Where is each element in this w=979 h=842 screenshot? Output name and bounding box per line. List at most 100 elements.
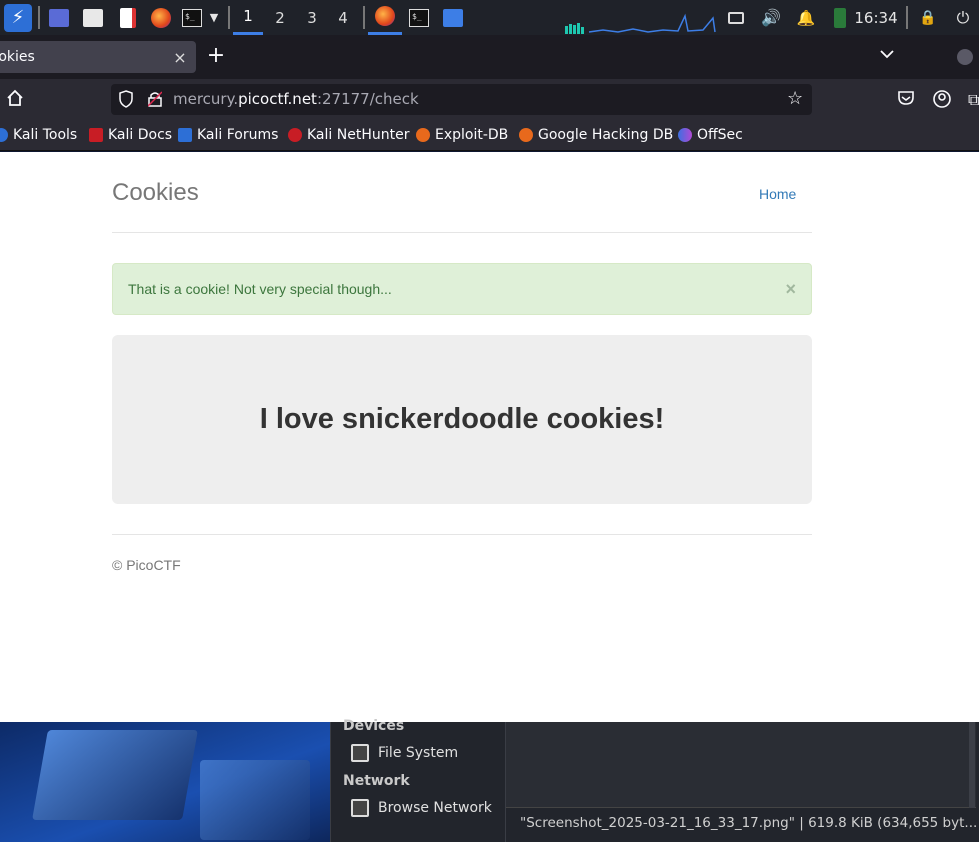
bookmark-google-hacking-db[interactable]: Google Hacking DB bbox=[519, 127, 673, 143]
notifications-button[interactable]: 🔔 bbox=[795, 0, 817, 35]
offsec-icon bbox=[678, 128, 692, 142]
workspace-2[interactable]: 2 bbox=[265, 0, 295, 35]
chevron-down-icon bbox=[880, 50, 894, 59]
text-editor-icon bbox=[120, 7, 136, 28]
home-link[interactable]: Home bbox=[759, 186, 796, 202]
insecure-lock-icon[interactable] bbox=[148, 91, 162, 107]
sidebar-item-browse-network[interactable]: Browse Network bbox=[351, 799, 492, 817]
kali-tools-icon bbox=[0, 128, 8, 142]
new-tab-button[interactable]: + bbox=[204, 45, 228, 69]
top-panel: ⚡ $_ ▼ 1 2 3 4 $_ 🔊 🔔 16:34 🔒 ⏻ bbox=[0, 0, 979, 35]
lock-icon: 🔒 bbox=[919, 9, 937, 26]
pocket-icon bbox=[898, 91, 914, 105]
pocket-button[interactable] bbox=[897, 90, 915, 110]
bookmark-label: Exploit-DB bbox=[435, 127, 509, 143]
taskbar-terminal[interactable]: $_ bbox=[407, 0, 431, 35]
launcher-dropdown[interactable]: ▼ bbox=[205, 0, 223, 35]
lock-screen-button[interactable]: 🔒 bbox=[918, 0, 938, 35]
kali-menu-icon: ⚡ bbox=[4, 3, 32, 32]
devices-header: Devices bbox=[343, 718, 405, 734]
alert-close-icon[interactable]: × bbox=[785, 279, 796, 300]
bookmark-label: OffSec bbox=[697, 127, 743, 143]
jumbotron: I love snickerdoodle cookies! bbox=[112, 335, 812, 504]
logout-icon: ⏻ bbox=[956, 7, 970, 27]
url-subdomain: mercury. bbox=[173, 90, 239, 108]
battery-indicator[interactable] bbox=[830, 0, 850, 35]
bookmarks-bar: Kali Tools Kali Docs Kali Forums Kali Ne… bbox=[0, 121, 979, 151]
puzzle-icon: ⧉ bbox=[968, 90, 979, 109]
account-dot-icon[interactable] bbox=[957, 49, 973, 65]
tab-close-icon[interactable]: × bbox=[170, 48, 190, 67]
status-bar: "Screenshot_2025-03-21_16_33_17.png" | 6… bbox=[520, 815, 978, 831]
kali-forums-icon bbox=[178, 128, 192, 142]
sidebar-item-label: Browse Network bbox=[378, 800, 492, 816]
network-header: Network bbox=[343, 773, 410, 789]
bookmark-label: Kali Tools bbox=[13, 127, 78, 143]
bookmark-label: Kali NetHunter bbox=[307, 127, 410, 143]
browser-tab[interactable]: Cookies × bbox=[0, 41, 196, 73]
firefox-window-icon bbox=[375, 6, 395, 26]
site-title: Cookies bbox=[112, 179, 199, 206]
wallpaper-shape bbox=[200, 760, 310, 840]
text-editor-launcher[interactable] bbox=[116, 0, 140, 35]
desktop-icon bbox=[49, 8, 69, 27]
desktop-launcher[interactable] bbox=[47, 0, 71, 35]
account-icon bbox=[933, 90, 951, 108]
firefox-launcher[interactable] bbox=[149, 0, 173, 35]
header-divider bbox=[112, 232, 812, 233]
terminal-window-icon: $_ bbox=[409, 8, 429, 27]
sidebar-item-label: File System bbox=[378, 745, 459, 761]
nethunter-icon bbox=[288, 128, 302, 142]
success-alert: That is a cookie! Not very special thoug… bbox=[112, 263, 812, 315]
kali-menu-button[interactable]: ⚡ bbox=[3, 0, 33, 35]
file-manager-window-icon bbox=[443, 8, 463, 27]
panel-separator bbox=[38, 6, 40, 29]
url-host: picoctf.net bbox=[238, 90, 317, 108]
file-manager-window: Devices File System Network Browse Netwo… bbox=[330, 718, 979, 842]
drive-icon bbox=[351, 744, 369, 762]
taskbar-file-manager[interactable] bbox=[441, 0, 465, 35]
url-text[interactable]: mercury.picoctf.net:27177/check bbox=[173, 90, 419, 108]
volume-icon: 🔊 bbox=[761, 8, 781, 27]
terminal-launcher[interactable]: $_ bbox=[180, 0, 204, 35]
url-bar[interactable]: mercury.picoctf.net:27177/check ☆ bbox=[111, 84, 812, 115]
bell-icon: 🔔 bbox=[796, 8, 816, 27]
battery-icon bbox=[834, 7, 846, 28]
browser-tab-bar: Cookies × + bbox=[0, 35, 979, 79]
clock[interactable]: 16:34 bbox=[854, 0, 897, 35]
workspace-3[interactable]: 3 bbox=[297, 0, 327, 35]
chevron-down-icon: ▼ bbox=[209, 11, 219, 24]
footer-text: © PicoCTF bbox=[112, 557, 181, 573]
jumbotron-heading: I love snickerdoodle cookies! bbox=[259, 403, 665, 435]
bookmark-kali-tools[interactable]: Kali Tools bbox=[0, 127, 77, 143]
alert-message: That is a cookie! Not very special thoug… bbox=[128, 281, 392, 297]
page-viewport: Cookies Home That is a cookie! Not very … bbox=[0, 152, 979, 722]
scrollbar[interactable] bbox=[969, 722, 975, 808]
extensions-button[interactable]: ⧉ bbox=[968, 90, 979, 110]
bookmark-kali-forums[interactable]: Kali Forums bbox=[178, 127, 278, 143]
list-tabs-button[interactable] bbox=[880, 47, 894, 63]
exploit-db-icon bbox=[416, 128, 430, 142]
logout-button[interactable]: ⏻ bbox=[952, 0, 974, 35]
bookmark-kali-nethunter[interactable]: Kali NetHunter bbox=[288, 127, 409, 143]
volume-button[interactable]: 🔊 bbox=[760, 0, 782, 35]
account-button[interactable] bbox=[933, 90, 951, 112]
bookmark-offsec[interactable]: OffSec bbox=[678, 127, 743, 143]
home-button[interactable] bbox=[6, 89, 24, 112]
shield-icon[interactable] bbox=[119, 90, 133, 108]
taskbar-firefox[interactable] bbox=[368, 0, 402, 35]
tab-title: Cookies bbox=[0, 49, 35, 65]
display-button[interactable] bbox=[725, 0, 747, 35]
files-launcher[interactable] bbox=[81, 0, 105, 35]
workspace-1[interactable]: 1 bbox=[233, 0, 263, 35]
bookmark-star-icon[interactable]: ☆ bbox=[787, 88, 803, 109]
file-manager-view[interactable] bbox=[506, 722, 976, 808]
sidebar-item-file-system[interactable]: File System bbox=[351, 744, 458, 762]
file-manager-sidebar: Devices File System Network Browse Netwo… bbox=[331, 718, 506, 842]
panel-separator bbox=[906, 6, 908, 29]
workspace-4[interactable]: 4 bbox=[328, 0, 358, 35]
bookmark-exploit-db[interactable]: Exploit-DB bbox=[416, 127, 508, 143]
display-icon bbox=[728, 11, 744, 24]
bookmark-kali-docs[interactable]: Kali Docs bbox=[89, 127, 172, 143]
wallpaper-shape bbox=[32, 730, 198, 820]
